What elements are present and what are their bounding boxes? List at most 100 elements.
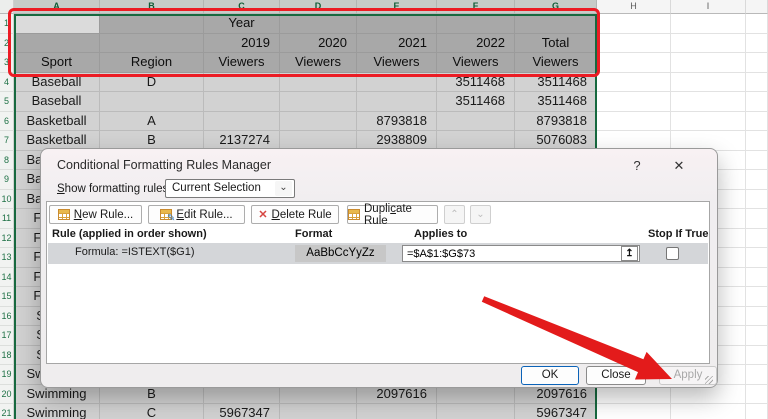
column-header-H[interactable]: H — [597, 0, 671, 14]
select-all-corner[interactable] — [0, 0, 14, 14]
column-header-A[interactable]: A — [14, 0, 100, 14]
row-header-10[interactable]: 10 — [0, 190, 14, 210]
cell-I1[interactable] — [671, 14, 746, 34]
cell-D3[interactable]: Viewers — [280, 53, 357, 73]
cell-E6[interactable]: 8793818 — [357, 112, 437, 132]
collapse-dialog-range-icon[interactable]: ↥ — [621, 246, 638, 261]
cell-F1[interactable] — [437, 14, 515, 34]
row-header-17[interactable]: 17 — [0, 326, 14, 346]
cell-G6[interactable]: 8793818 — [515, 112, 597, 132]
column-header-E[interactable]: E — [357, 0, 437, 14]
cell-I21[interactable] — [671, 404, 746, 419]
cell-C5[interactable] — [204, 92, 280, 112]
row-header-19[interactable]: 19 — [0, 365, 14, 385]
cell-D2[interactable]: 2020 — [280, 34, 357, 54]
row-header-1[interactable]: 1 — [0, 14, 14, 34]
help-icon[interactable]: ? — [625, 156, 649, 176]
cell-J18[interactable] — [746, 346, 768, 366]
cell-J2[interactable] — [746, 34, 768, 54]
cell-D21[interactable] — [280, 404, 357, 419]
cell-I3[interactable] — [671, 53, 746, 73]
cell-J7[interactable] — [746, 131, 768, 151]
column-header-I[interactable]: I — [671, 0, 746, 14]
cell-J14[interactable] — [746, 268, 768, 288]
cell-I2[interactable] — [671, 34, 746, 54]
cell-A2[interactable] — [14, 34, 100, 54]
cell-J8[interactable] — [746, 151, 768, 171]
cell-E4[interactable] — [357, 73, 437, 93]
cell-H5[interactable] — [597, 92, 671, 112]
cell-A1[interactable] — [14, 14, 100, 34]
row-header-14[interactable]: 14 — [0, 268, 14, 288]
cell-B4[interactable]: D — [100, 73, 204, 93]
cell-G1[interactable] — [515, 14, 597, 34]
cell-B2[interactable] — [100, 34, 204, 54]
cell-A5[interactable]: Baseball — [14, 92, 100, 112]
cell-C21[interactable]: 5967347 — [204, 404, 280, 419]
cell-J4[interactable] — [746, 73, 768, 93]
row-header-11[interactable]: 11 — [0, 209, 14, 229]
cell-J11[interactable] — [746, 209, 768, 229]
cell-H3[interactable] — [597, 53, 671, 73]
cell-E1[interactable] — [357, 14, 437, 34]
delete-rule-button[interactable]: ✕ Delete Rule — [251, 205, 339, 224]
cell-J19[interactable] — [746, 365, 768, 385]
cell-A21[interactable]: Swimming — [14, 404, 100, 419]
stop-if-true-checkbox[interactable] — [666, 247, 679, 260]
column-header-C[interactable]: C — [204, 0, 280, 14]
cell-A3[interactable]: Sport — [14, 53, 100, 73]
cell-B1[interactable] — [100, 14, 204, 34]
row-header-15[interactable]: 15 — [0, 287, 14, 307]
move-rule-down-button[interactable]: ⌄ — [470, 205, 491, 224]
cell-J21[interactable] — [746, 404, 768, 419]
cell-G3[interactable]: Viewers — [515, 53, 597, 73]
scope-dropdown[interactable]: Current Selection ⌄ — [165, 179, 295, 198]
duplicate-rule-button[interactable]: Duplicate Rule — [347, 205, 438, 224]
row-header-18[interactable]: 18 — [0, 346, 14, 366]
cell-C3[interactable]: Viewers — [204, 53, 280, 73]
cell-D4[interactable] — [280, 73, 357, 93]
close-button[interactable]: Close — [586, 366, 646, 385]
cell-C2[interactable]: 2019 — [204, 34, 280, 54]
cell-J16[interactable] — [746, 307, 768, 327]
cell-I6[interactable] — [671, 112, 746, 132]
cell-I5[interactable] — [671, 92, 746, 112]
cell-J20[interactable] — [746, 385, 768, 405]
cell-G2[interactable]: Total — [515, 34, 597, 54]
cell-F3[interactable]: Viewers — [437, 53, 515, 73]
resize-grip-icon[interactable] — [705, 376, 713, 384]
cell-C1[interactable]: Year — [204, 14, 280, 34]
cell-J17[interactable] — [746, 326, 768, 346]
column-header-G[interactable]: G — [515, 0, 597, 14]
cell-H6[interactable] — [597, 112, 671, 132]
cell-G4[interactable]: 3511468 — [515, 73, 597, 93]
cell-G5[interactable]: 3511468 — [515, 92, 597, 112]
row-header-9[interactable]: 9 — [0, 170, 14, 190]
cell-D6[interactable] — [280, 112, 357, 132]
column-header-J[interactable] — [746, 0, 768, 14]
row-header-7[interactable]: 7 — [0, 131, 14, 151]
column-header-D[interactable]: D — [280, 0, 357, 14]
cell-J6[interactable] — [746, 112, 768, 132]
cell-H2[interactable] — [597, 34, 671, 54]
move-rule-up-button[interactable]: ⌃ — [444, 205, 465, 224]
rule-row[interactable]: Formula: =ISTEXT($G1) AaBbCcYyZz ↥ — [48, 243, 708, 264]
row-header-5[interactable]: 5 — [0, 92, 14, 112]
cell-J9[interactable] — [746, 170, 768, 190]
cell-J3[interactable] — [746, 53, 768, 73]
cell-I4[interactable] — [671, 73, 746, 93]
cell-H21[interactable] — [597, 404, 671, 419]
cell-D1[interactable] — [280, 14, 357, 34]
cell-J1[interactable] — [746, 14, 768, 34]
cell-C6[interactable] — [204, 112, 280, 132]
edit-rule-button[interactable]: ✎ Edit Rule... — [148, 205, 245, 224]
cell-A4[interactable]: Baseball — [14, 73, 100, 93]
cell-B5[interactable] — [100, 92, 204, 112]
cell-H4[interactable] — [597, 73, 671, 93]
row-header-3[interactable]: 3 — [0, 53, 14, 73]
cell-B3[interactable]: Region — [100, 53, 204, 73]
cell-D5[interactable] — [280, 92, 357, 112]
close-icon[interactable]: ✕ — [667, 156, 691, 176]
row-header-20[interactable]: 20 — [0, 385, 14, 405]
cell-F21[interactable] — [437, 404, 515, 419]
